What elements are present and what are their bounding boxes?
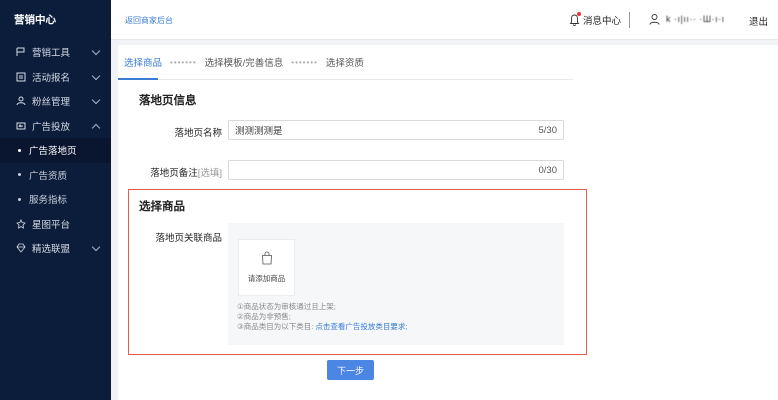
logout-button[interactable]: 退出 — [749, 14, 768, 28]
message-center-label: 消息中心 — [583, 16, 622, 27]
chevron-down-icon — [91, 71, 101, 80]
sidebar-subitem-label: 服务指标 — [29, 195, 68, 207]
landing-name-input[interactable]: 测测测测是 5/30 — [228, 120, 564, 140]
sidebar-item-marketing-tools[interactable]: 营销工具 — [0, 40, 111, 65]
topbar-divider — [629, 12, 630, 28]
add-goods-button[interactable]: 请添加商品 — [238, 239, 295, 296]
sidebar-subitem-label: 广告落地页 — [29, 146, 77, 158]
shopping-bag-icon — [261, 251, 272, 265]
user-icon — [649, 14, 660, 25]
notification-dot — [577, 12, 581, 16]
step-select-qualification[interactable]: 选择资质 — [326, 55, 364, 69]
username: k ·ı|ıı·· ·Ш·ı·ı — [666, 14, 725, 24]
associated-goods-label: 落地页关联商品 — [155, 233, 222, 244]
sidebar: 营销中心 营销工具 活动报名 粉丝管理 广告投放 广告落地页 广告资质 服务指标… — [0, 0, 111, 400]
chevron-down-icon — [91, 123, 101, 132]
sidebar-item-label: 营销工具 — [32, 48, 71, 60]
goods-panel: 请添加商品 ①商品状态为审核通过且上架; ②商品为非预售; ③商品类目为以下类目… — [228, 223, 564, 345]
category-requirements-link[interactable]: 点击查看广告投放类目要求; — [315, 322, 407, 331]
back-to-merchant-link[interactable]: 返回商家后台 — [125, 15, 173, 26]
user-menu[interactable]: k ·ı|ıı·· ·Ш·ı·ı — [649, 13, 725, 25]
requirement-note: ①商品状态为审核通过且上架; — [237, 302, 336, 311]
stepper-active-line — [118, 78, 158, 80]
chevron-down-icon — [91, 46, 101, 56]
landing-name-value: 测测测测是 — [235, 126, 283, 137]
section-title-select-goods: 选择商品 — [139, 201, 185, 213]
message-center[interactable]: 消息中心 — [569, 12, 622, 27]
stepper: 选择商品 ••••••• 选择模板/完善信息 ••••••• 选择资质 — [124, 55, 364, 70]
sidebar-brand: 营销中心 — [14, 14, 56, 26]
sidebar-item-fans[interactable]: 粉丝管理 — [0, 89, 111, 114]
step-select-goods[interactable]: 选择商品 — [124, 55, 162, 69]
goods-requirements: ①商品状态为审核通过且上架; ②商品为非预售; ③商品类目为以下类目: 点击查看… — [237, 302, 408, 332]
landing-remark-label-text: 落地页备注 — [150, 168, 198, 179]
next-step-button[interactable]: 下一步 — [327, 360, 374, 380]
sidebar-item-label: 活动报名 — [32, 72, 71, 84]
add-goods-label: 请添加商品 — [247, 274, 286, 283]
requirement-note-text: ③商品类目为以下类目: — [237, 322, 314, 331]
step-template-info[interactable]: 选择模板/完善信息 — [205, 55, 284, 69]
sidebar-subitem-landing-page[interactable]: 广告落地页 — [0, 138, 111, 163]
chevron-down-icon — [91, 242, 101, 252]
sidebar-subitem-service-metrics[interactable]: 服务指标 — [0, 187, 111, 212]
landing-remark-label: 落地页备注[选填] — [138, 165, 222, 179]
bullet-icon — [18, 148, 21, 152]
sidebar-item-star-map[interactable]: 星图平台 — [0, 212, 111, 237]
fans-icon — [16, 96, 26, 106]
sidebar-subitem-label: 广告资质 — [29, 170, 68, 182]
bullet-icon — [18, 197, 21, 201]
stepper-line — [118, 79, 573, 80]
sidebar-item-selected-alliance[interactable]: 精选联盟 — [0, 236, 111, 261]
star-map-icon — [16, 218, 26, 229]
diamond-icon — [16, 243, 26, 253]
sidebar-item-label: 广告投放 — [32, 121, 71, 133]
section-title-landing-info: 落地页信息 — [139, 95, 197, 107]
step-separator: ••••••• — [170, 57, 197, 67]
landing-name-counter: 5/30 — [538, 124, 558, 136]
sidebar-item-label: 星图平台 — [32, 219, 71, 231]
sidebar-item-activity-signup[interactable]: 活动报名 — [0, 65, 111, 90]
sidebar-item-label: 粉丝管理 — [32, 97, 71, 109]
sidebar-item-ads[interactable]: 广告投放 — [0, 114, 111, 139]
chevron-down-icon — [91, 95, 101, 105]
top-bar: 返回商家后台 消息中心 k ·ı|ıı·· ·Ш·ı·ı 退出 — [111, 0, 778, 40]
requirement-note: ②商品为非预售; — [237, 312, 291, 321]
bullet-icon — [18, 173, 21, 177]
optional-tag: [选填] — [197, 168, 222, 179]
sidebar-subitem-ad-qualification[interactable]: 广告资质 — [0, 163, 111, 188]
sidebar-item-label: 精选联盟 — [32, 244, 71, 256]
ad-icon — [16, 122, 26, 130]
flag-icon — [16, 47, 25, 57]
landing-remark-input[interactable]: 0/30 — [228, 160, 564, 180]
landing-remark-counter: 0/30 — [538, 164, 558, 176]
requirement-note: ③商品类目为以下类目: 点击查看广告投放类目要求; — [237, 322, 408, 332]
landing-name-label: 落地页名称 — [174, 128, 222, 139]
step-separator: ••••••• — [291, 57, 318, 67]
calendar-icon — [16, 72, 26, 82]
main-content: 选择商品 ••••••• 选择模板/完善信息 ••••••• 选择资质 落地页信… — [118, 45, 778, 400]
